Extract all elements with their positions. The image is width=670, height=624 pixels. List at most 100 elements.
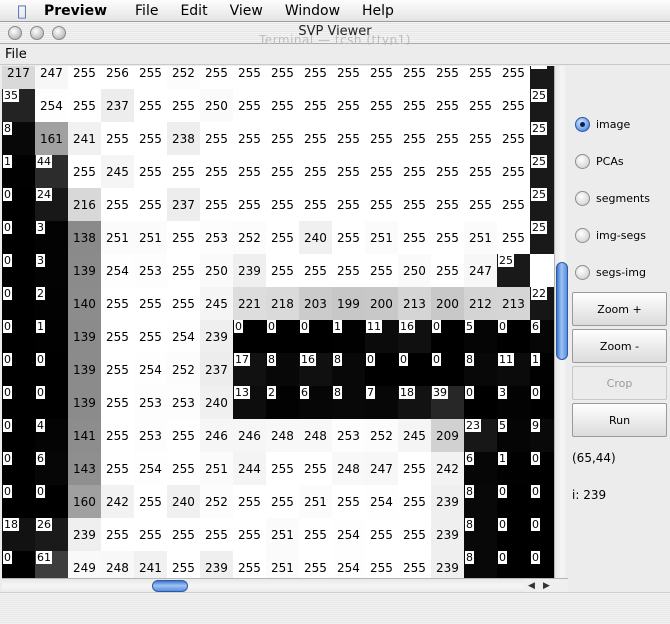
pixel-cell[interactable]: 255 <box>200 122 233 155</box>
pixel-cell[interactable]: 255 <box>365 66 398 89</box>
pixel-cell[interactable]: 143 <box>68 452 101 485</box>
pixel-cell[interactable]: 254 <box>365 485 398 518</box>
pixel-cell[interactable]: 252 <box>233 221 266 254</box>
pixel-cell[interactable]: 255 <box>464 122 497 155</box>
pixel-cell[interactable]: 255 <box>398 518 431 551</box>
pixel-cell[interactable]: 245 <box>101 155 134 188</box>
pixel-cell[interactable]: 8 <box>464 551 497 578</box>
menu-view[interactable]: View <box>230 3 263 19</box>
pixel-cell[interactable]: 255 <box>332 122 365 155</box>
pixel-cell[interactable]: 255 <box>167 221 200 254</box>
pixel-cell[interactable]: 140 <box>68 287 101 320</box>
pixel-cell[interactable]: 251 <box>266 518 299 551</box>
pixel-cell[interactable]: 245 <box>200 287 233 320</box>
pixel-cell[interactable]: 212 <box>464 287 497 320</box>
pixel-cell[interactable]: 255 <box>398 485 431 518</box>
pixel-cell[interactable]: 0 <box>2 287 35 320</box>
menu-help[interactable]: Help <box>362 3 394 19</box>
pixel-cell[interactable]: 237 <box>101 89 134 122</box>
pixel-cell[interactable]: 255 <box>167 551 200 578</box>
pixel-cell[interactable]: 255 <box>233 485 266 518</box>
pixel-cell[interactable]: 240 <box>200 386 233 419</box>
pixel-cell[interactable]: 17 <box>233 353 266 386</box>
pixel-cell[interactable]: 255 <box>431 155 464 188</box>
pixel-cell[interactable]: 255 <box>332 254 365 287</box>
menu-file[interactable]: File <box>135 3 158 19</box>
menu-window[interactable]: Window <box>285 3 340 19</box>
pixel-cell[interactable]: 16 <box>299 353 332 386</box>
pixel-cell[interactable]: 255 <box>167 518 200 551</box>
pixel-cell[interactable]: 255 <box>332 155 365 188</box>
pixel-cell[interactable]: 255 <box>233 551 266 578</box>
pixel-cell[interactable]: 255 <box>365 155 398 188</box>
pixel-cell[interactable]: 160 <box>68 485 101 518</box>
pixel-cell[interactable]: 25 <box>530 221 554 254</box>
pixel-cell[interactable]: 255 <box>332 66 365 89</box>
pixel-cell[interactable]: 0 <box>530 386 554 419</box>
pixel-cell[interactable]: 3 <box>35 254 68 287</box>
pixel-cell[interactable]: 0 <box>2 551 35 578</box>
pixel-cell[interactable]: 255 <box>398 551 431 578</box>
pixel-cell[interactable]: 0 <box>35 386 68 419</box>
pixel-cell[interactable]: 8 <box>464 485 497 518</box>
pixel-cell[interactable]: 253 <box>332 419 365 452</box>
pixel-cell[interactable]: 253 <box>134 386 167 419</box>
pixel-cell[interactable]: 255 <box>299 188 332 221</box>
pixel-cell[interactable]: 0 <box>2 188 35 221</box>
pixel-cell[interactable]: 251 <box>299 485 332 518</box>
pixel-cell[interactable]: 0 <box>35 353 68 386</box>
pixel-cell[interactable]: 8 <box>2 122 35 155</box>
apple-menu-icon[interactable]:  <box>0 2 44 20</box>
pixel-cell[interactable]: 255 <box>365 122 398 155</box>
pixel-cell[interactable]: 216 <box>68 188 101 221</box>
pixel-cell[interactable]: 252 <box>365 419 398 452</box>
pixel-cell[interactable]: 239 <box>200 320 233 353</box>
pixel-cell[interactable]: 255 <box>101 419 134 452</box>
pixel-cell[interactable]: 0 <box>530 452 554 485</box>
pixel-cell[interactable]: 255 <box>332 188 365 221</box>
pixel-cell[interactable]: 255 <box>299 518 332 551</box>
pixel-cell[interactable]: 0 <box>431 320 464 353</box>
pixel-cell[interactable]: 255 <box>464 155 497 188</box>
pixel-cell[interactable]: 6 <box>530 320 554 353</box>
pixel-cell[interactable]: 5 <box>497 419 530 452</box>
pixel-cell[interactable]: 255 <box>101 518 134 551</box>
pixel-cell[interactable]: 238 <box>167 122 200 155</box>
pixel-cell[interactable]: 252 <box>200 485 233 518</box>
pixel-cell[interactable]: 254 <box>35 89 68 122</box>
pixel-grid-viewport[interactable]: 217 247 255 256 255 252 255 255 255 255 255 255 255 2… <box>2 66 554 578</box>
pixel-cell[interactable]: 26 <box>35 518 68 551</box>
pixel-cell[interactable]: 255 <box>497 122 530 155</box>
pixel-cell[interactable]: 255 <box>431 122 464 155</box>
crop-button[interactable]: Crop <box>572 366 667 400</box>
pixel-cell[interactable]: 255 <box>266 122 299 155</box>
radio-pcas[interactable]: PCAs <box>575 152 624 170</box>
pixel-cell[interactable]: 39 <box>431 386 464 419</box>
pixel-cell[interactable]: 0 <box>497 320 530 353</box>
pixel-cell[interactable]: 11 <box>497 353 530 386</box>
pixel-cell[interactable]: 0 <box>35 485 68 518</box>
pixel-cell[interactable]: 0 <box>233 320 266 353</box>
pixel-cell[interactable]: 35 <box>2 89 35 122</box>
pixel-cell[interactable]: 18 <box>2 518 35 551</box>
pixel-cell[interactable]: 255 <box>134 320 167 353</box>
horizontal-scroll-arrows[interactable]: ◀ ▶ <box>524 578 554 592</box>
pixel-cell[interactable]: 255 <box>200 188 233 221</box>
pixel-cell[interactable]: 213 <box>398 287 431 320</box>
pixel-cell[interactable]: 0 <box>266 320 299 353</box>
pixel-cell[interactable]: 6 <box>464 452 497 485</box>
pixel-cell[interactable]: 255 <box>299 551 332 578</box>
pixel-cell[interactable]: 0 <box>2 221 35 254</box>
pixel-cell[interactable]: 13 <box>233 386 266 419</box>
pixel-cell[interactable]: 255 <box>497 66 530 89</box>
pixel-cell[interactable]: 25 <box>530 188 554 221</box>
pixel-cell[interactable]: 241 <box>68 122 101 155</box>
pixel-cell[interactable]: 251 <box>200 452 233 485</box>
pixel-cell[interactable]: 0 <box>365 353 398 386</box>
zoom-in-button[interactable]: Zoom + <box>572 292 667 326</box>
pixel-cell[interactable]: 255 <box>431 254 464 287</box>
pixel-cell[interactable]: 255 <box>464 89 497 122</box>
pixel-cell[interactable]: 255 <box>134 122 167 155</box>
pixel-cell[interactable]: 213 <box>497 287 530 320</box>
pixel-cell[interactable]: 255 <box>299 66 332 89</box>
